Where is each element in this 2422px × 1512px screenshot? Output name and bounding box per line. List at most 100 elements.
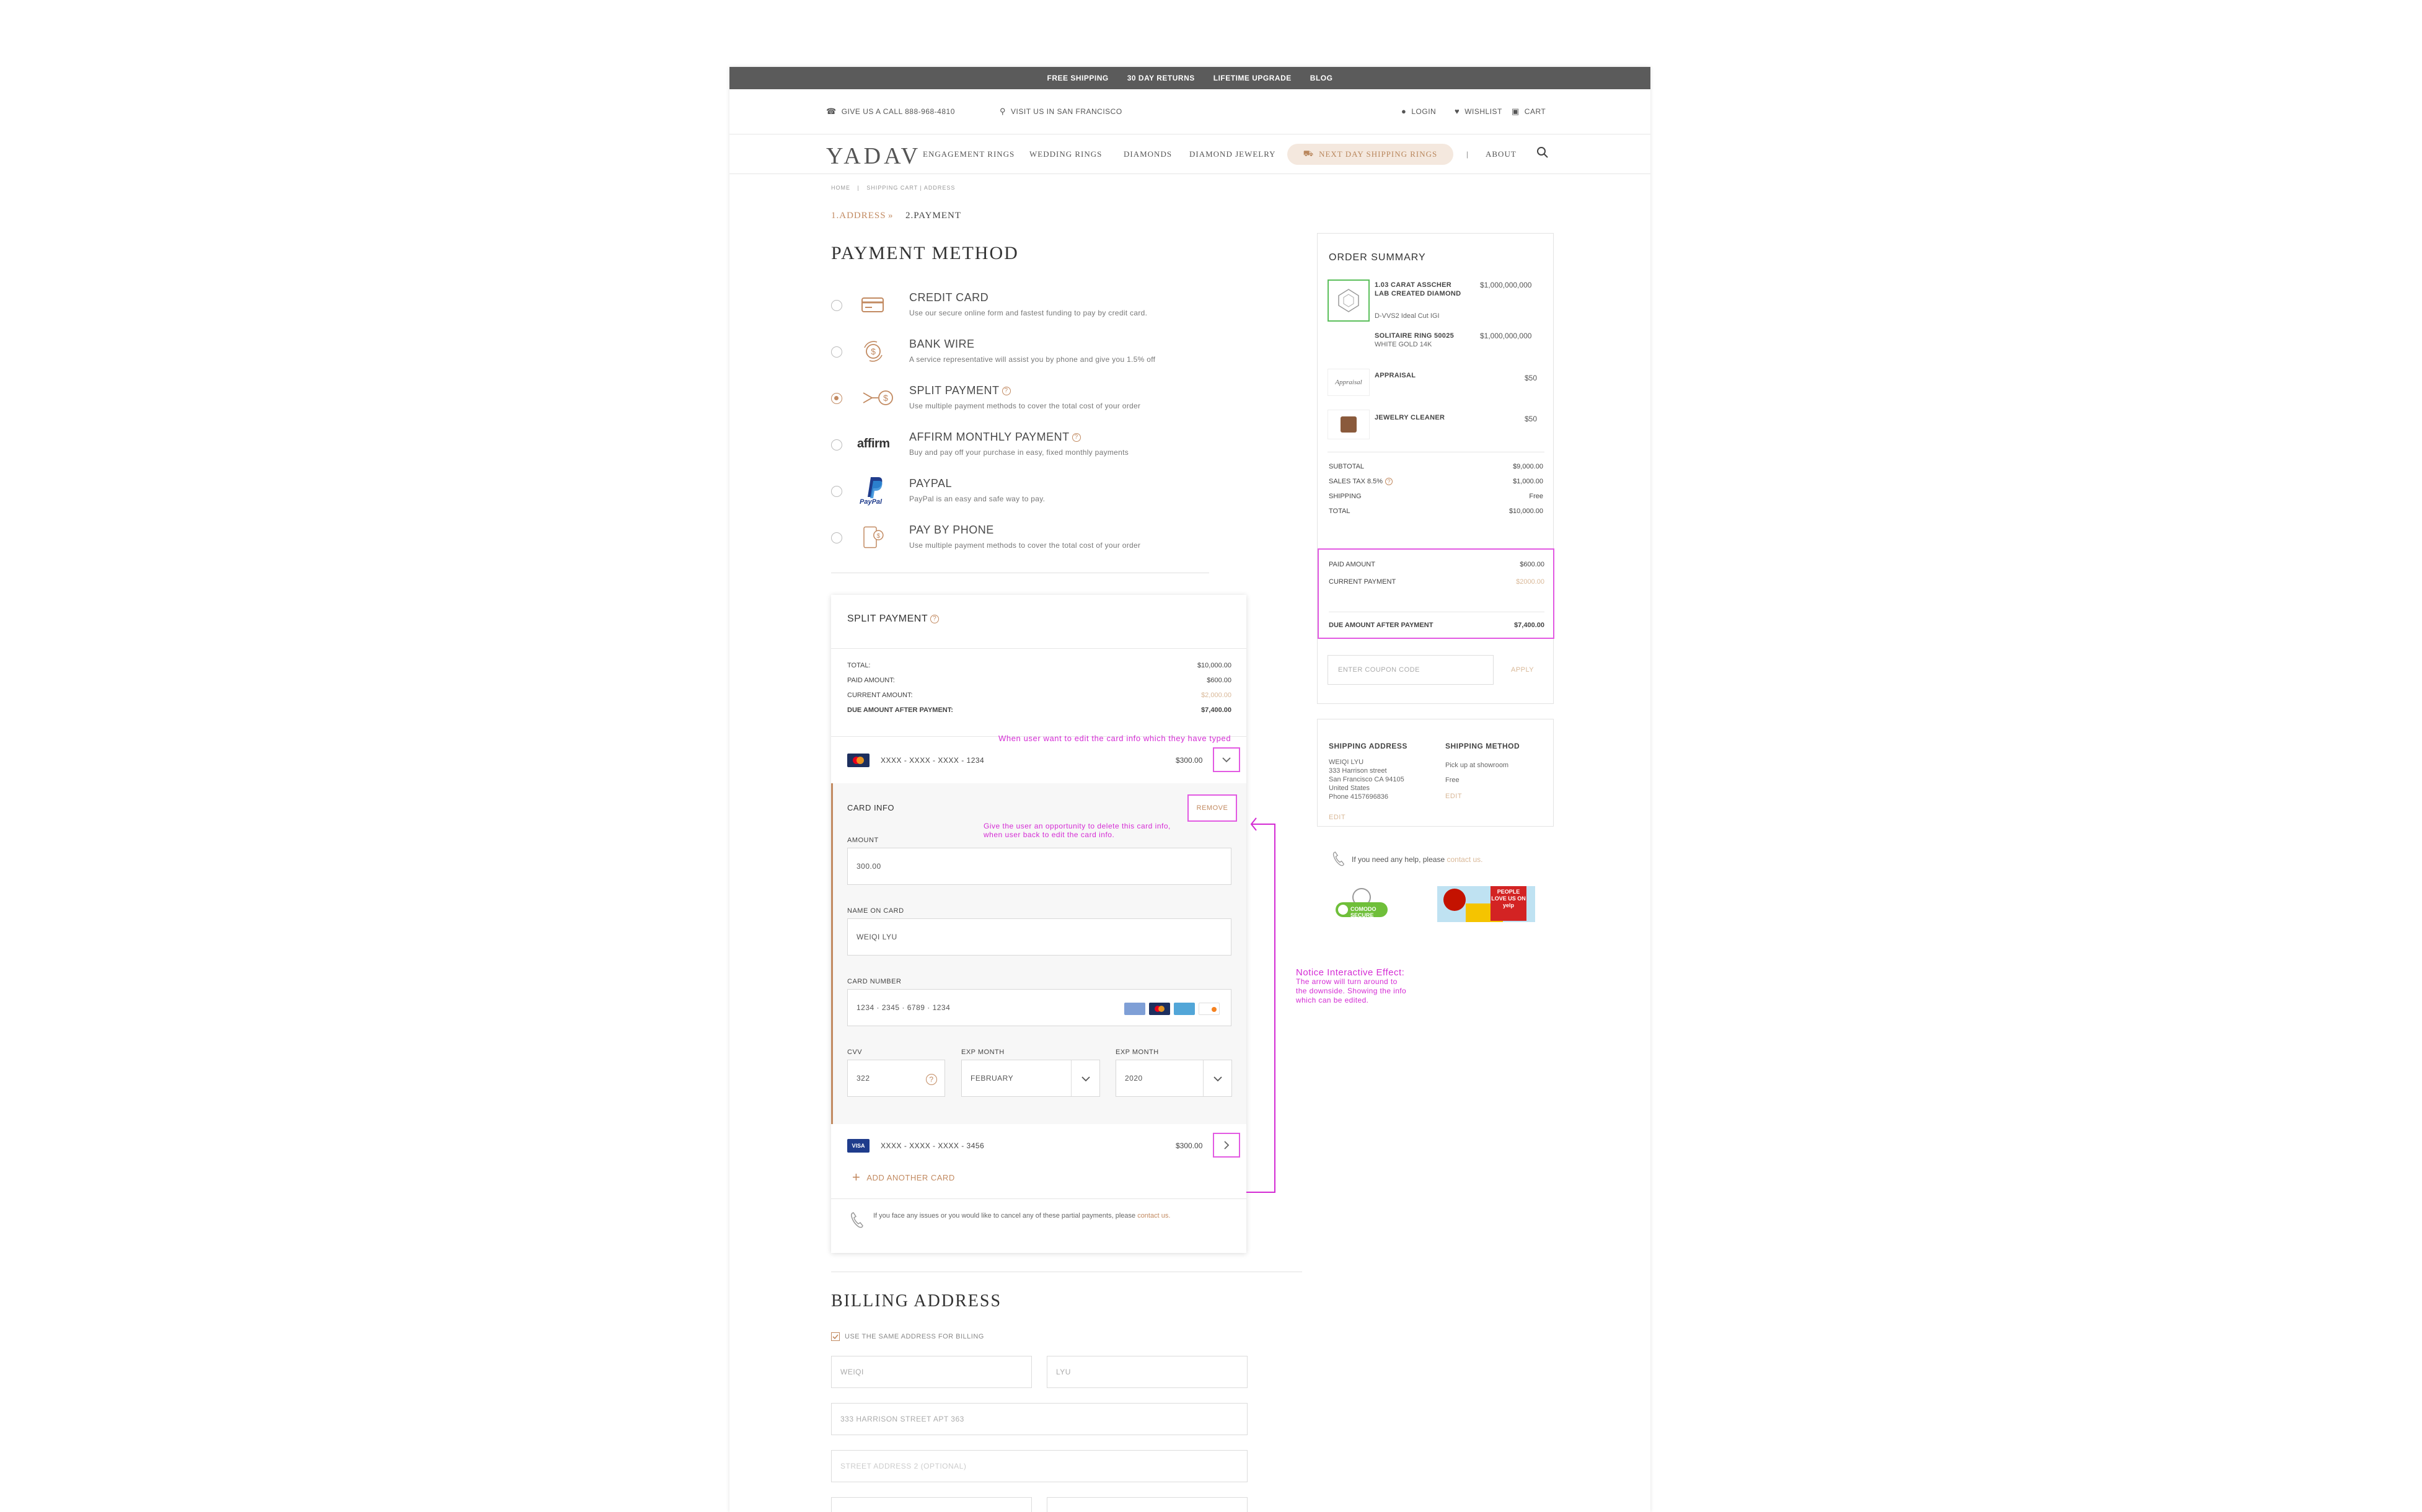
radio-paypal[interactable] bbox=[831, 486, 842, 497]
item-name: 1.03 CARAT ASSCHER LAB CREATED DIAMOND bbox=[1375, 281, 1461, 297]
edit-address-button[interactable]: EDIT bbox=[1329, 814, 1345, 821]
same-address-checkbox[interactable]: USE THE SAME ADDRESS FOR BILLING bbox=[831, 1332, 984, 1341]
billing-city[interactable] bbox=[831, 1497, 1032, 1512]
discover-icon bbox=[1199, 1003, 1220, 1015]
option-title: PAYPAL bbox=[909, 477, 953, 490]
comodo-badge: COMODO SECURE bbox=[1332, 884, 1391, 921]
summary-row: DUE AMOUNT AFTER PAYMENT: $7,400.00 bbox=[847, 706, 1231, 721]
promo-blog[interactable]: BLOG bbox=[1310, 74, 1333, 82]
promo-upgrade[interactable]: LIFETIME UPGRADE bbox=[1213, 74, 1292, 82]
billing-zip[interactable] bbox=[1047, 1497, 1248, 1512]
split-payment-panel: SPLIT PAYMENT? TOTAL: $10,000.00 PAID AMO… bbox=[831, 595, 1246, 1253]
billing-street[interactable]: 333 HARRISON STREET APT 363 bbox=[831, 1403, 1248, 1435]
step-address[interactable]: 1.ADDRESS bbox=[831, 211, 886, 221]
promo-bar: FREE SHIPPING 30 DAY RETURNS LIFETIME UP… bbox=[729, 67, 1650, 89]
promo-free-shipping[interactable]: FREE SHIPPING bbox=[1047, 74, 1109, 82]
row-label: TOTAL: bbox=[847, 662, 871, 669]
radio-pay-by-phone[interactable] bbox=[831, 532, 842, 543]
remove-button[interactable]: REMOVE bbox=[1187, 794, 1237, 822]
option-affirm[interactable]: affirm AFFIRM MONTHLY PAYMENT? Buy and p… bbox=[831, 428, 1203, 465]
call-link[interactable]: ☎ GIVE US A CALL 888-968-4810 bbox=[826, 107, 955, 116]
contact-us-link[interactable]: contact us. bbox=[1137, 1212, 1170, 1220]
option-paypal[interactable]: PayPal PAYPAL PayPal is an easy and safe… bbox=[831, 475, 1203, 512]
option-bank-wire[interactable]: $ BANK WIRE A service representative wil… bbox=[831, 335, 1203, 372]
split-title-text: SPLIT PAYMENT bbox=[847, 613, 928, 624]
affirm-icon: affirm bbox=[857, 437, 890, 451]
chevron-right-icon[interactable] bbox=[1213, 1133, 1240, 1158]
exp-month-select[interactable]: FEBRUARY bbox=[961, 1060, 1100, 1097]
yelp-text: PEOPLE LOVE US ON yelp bbox=[1491, 886, 1526, 921]
chevron-down-icon[interactable] bbox=[1213, 747, 1240, 772]
comodo-text: COMODO SECURE bbox=[1350, 906, 1376, 918]
item-sub: D-VVS2 Ideal Cut IGI bbox=[1375, 312, 1440, 320]
checkbox-icon bbox=[831, 1332, 840, 1341]
option-desc: Use multiple payment methods to cover th… bbox=[909, 402, 1141, 410]
login-link[interactable]: ● LOGIN bbox=[1401, 107, 1436, 116]
name-on-card-input[interactable]: WEIQI LYU bbox=[847, 918, 1231, 956]
card-row-1[interactable]: XXXX - XXXX - XXXX - 1234 $300.00 bbox=[831, 736, 1246, 783]
nav-wedding-rings[interactable]: WEDDING RINGS bbox=[1029, 149, 1102, 159]
billing-first-name[interactable]: WEIQI bbox=[831, 1356, 1032, 1388]
nav-separator: | bbox=[1466, 149, 1469, 159]
option-pay-by-phone[interactable]: $ PAY BY PHONE Use multiple payment meth… bbox=[831, 521, 1203, 558]
paid-row: CURRENT PAYMENT $2000.00 bbox=[1329, 578, 1544, 596]
nav-diamond-jewelry[interactable]: DIAMOND JEWELRY bbox=[1189, 149, 1276, 159]
row-label: SUBTOTAL bbox=[1329, 463, 1365, 470]
visit-link[interactable]: ⚲ VISIT US IN SAN FRANCISCO bbox=[1000, 107, 1122, 116]
nav-engagement-rings[interactable]: ENGAGEMENT RINGS bbox=[923, 149, 1015, 159]
summary-row: PAID AMOUNT: $600.00 bbox=[847, 677, 1231, 692]
help-icon[interactable]: ? bbox=[930, 614, 940, 623]
coupon-input[interactable]: ENTER COUPON CODE bbox=[1328, 655, 1494, 685]
add-another-card-button[interactable]: + ADD ANOTHER CARD bbox=[852, 1171, 955, 1184]
card-number-masked: XXXX - XXXX - XXXX - 1234 bbox=[881, 756, 985, 765]
help-icon[interactable]: ? bbox=[926, 1074, 937, 1085]
next-day-shipping-pill[interactable]: ⛟ NEXT DAY SHIPPING RINGS bbox=[1287, 144, 1453, 165]
radio-bank-wire[interactable] bbox=[831, 346, 842, 358]
nav-about[interactable]: ABOUT bbox=[1486, 149, 1517, 159]
apply-button[interactable]: APPLY bbox=[1511, 666, 1534, 674]
edit-method-button[interactable]: EDIT bbox=[1445, 793, 1462, 800]
row-value: $9,000.00 bbox=[1513, 463, 1543, 470]
help-icon[interactable]: ? bbox=[1002, 387, 1011, 396]
yelp-icon bbox=[1443, 889, 1466, 911]
contact-us-link[interactable]: contact us. bbox=[1447, 855, 1482, 864]
billing-last-name[interactable]: LYU bbox=[1047, 1356, 1248, 1388]
nav-diamonds[interactable]: DIAMONDS bbox=[1124, 149, 1172, 159]
search-icon[interactable] bbox=[1536, 146, 1549, 159]
amount-input[interactable]: 300.00 bbox=[847, 848, 1231, 885]
cart-link[interactable]: ▣ CART bbox=[1512, 107, 1546, 116]
exp-year-label: EXP MONTH bbox=[1116, 1048, 1159, 1056]
radio-affirm[interactable] bbox=[831, 439, 842, 451]
row-label: SALES TAX 8.5%? bbox=[1329, 478, 1393, 493]
wishlist-link[interactable]: ♥ WISHLIST bbox=[1455, 107, 1502, 116]
option-desc: Buy and pay off your purchase in easy, f… bbox=[909, 448, 1129, 457]
logo[interactable]: YADAV bbox=[826, 143, 921, 170]
phone-icon: ☎ bbox=[826, 107, 837, 116]
due-row: DUE AMOUNT AFTER PAYMENT $7,400.00 bbox=[1329, 622, 1544, 629]
help-icon[interactable]: ? bbox=[1385, 478, 1393, 486]
item-price: $50 bbox=[1525, 415, 1538, 423]
row-label: SHIPPING bbox=[1329, 493, 1362, 500]
billing-street-2[interactable]: STREET ADDRESS 2 (OPTIONAL) bbox=[831, 1450, 1248, 1482]
promo-returns[interactable]: 30 DAY RETURNS bbox=[1127, 74, 1195, 82]
option-split-payment[interactable]: $ SPLIT PAYMENT? Use multiple payment me… bbox=[831, 382, 1203, 419]
card-number-input[interactable]: 1234 · 2345 · 6789 · 1234 bbox=[847, 989, 1231, 1026]
breadcrumb-home[interactable]: HOME bbox=[831, 185, 850, 191]
radio-credit-card[interactable] bbox=[831, 300, 842, 311]
totals: SUBTOTAL $9,000.00 SALES TAX 8.5%? $1,000.… bbox=[1329, 463, 1543, 522]
cvv-input[interactable]: 322 ? bbox=[847, 1060, 945, 1097]
total-row: TOTAL $10,000.00 bbox=[1329, 508, 1543, 522]
divider bbox=[1071, 1060, 1072, 1096]
bag-icon: ▣ bbox=[1512, 107, 1520, 116]
card-amount: $300.00 bbox=[1176, 1141, 1203, 1150]
option-credit-card[interactable]: CREDIT CARD Use our secure online form a… bbox=[831, 289, 1203, 326]
exp-year-select[interactable]: 2020 bbox=[1116, 1060, 1232, 1097]
split-title: SPLIT PAYMENT? bbox=[847, 613, 940, 625]
radio-split-payment[interactable] bbox=[831, 393, 842, 404]
card-row-2[interactable]: VISA XXXX - XXXX - XXXX - 3456 $300.00 bbox=[831, 1124, 1246, 1169]
row-value: $600.00 bbox=[1207, 677, 1231, 684]
login-text: LOGIN bbox=[1411, 107, 1437, 116]
need-help-text: If you need any help, please bbox=[1352, 855, 1445, 864]
wishlist-text: WISHLIST bbox=[1464, 107, 1502, 116]
help-icon[interactable]: ? bbox=[1072, 433, 1081, 442]
